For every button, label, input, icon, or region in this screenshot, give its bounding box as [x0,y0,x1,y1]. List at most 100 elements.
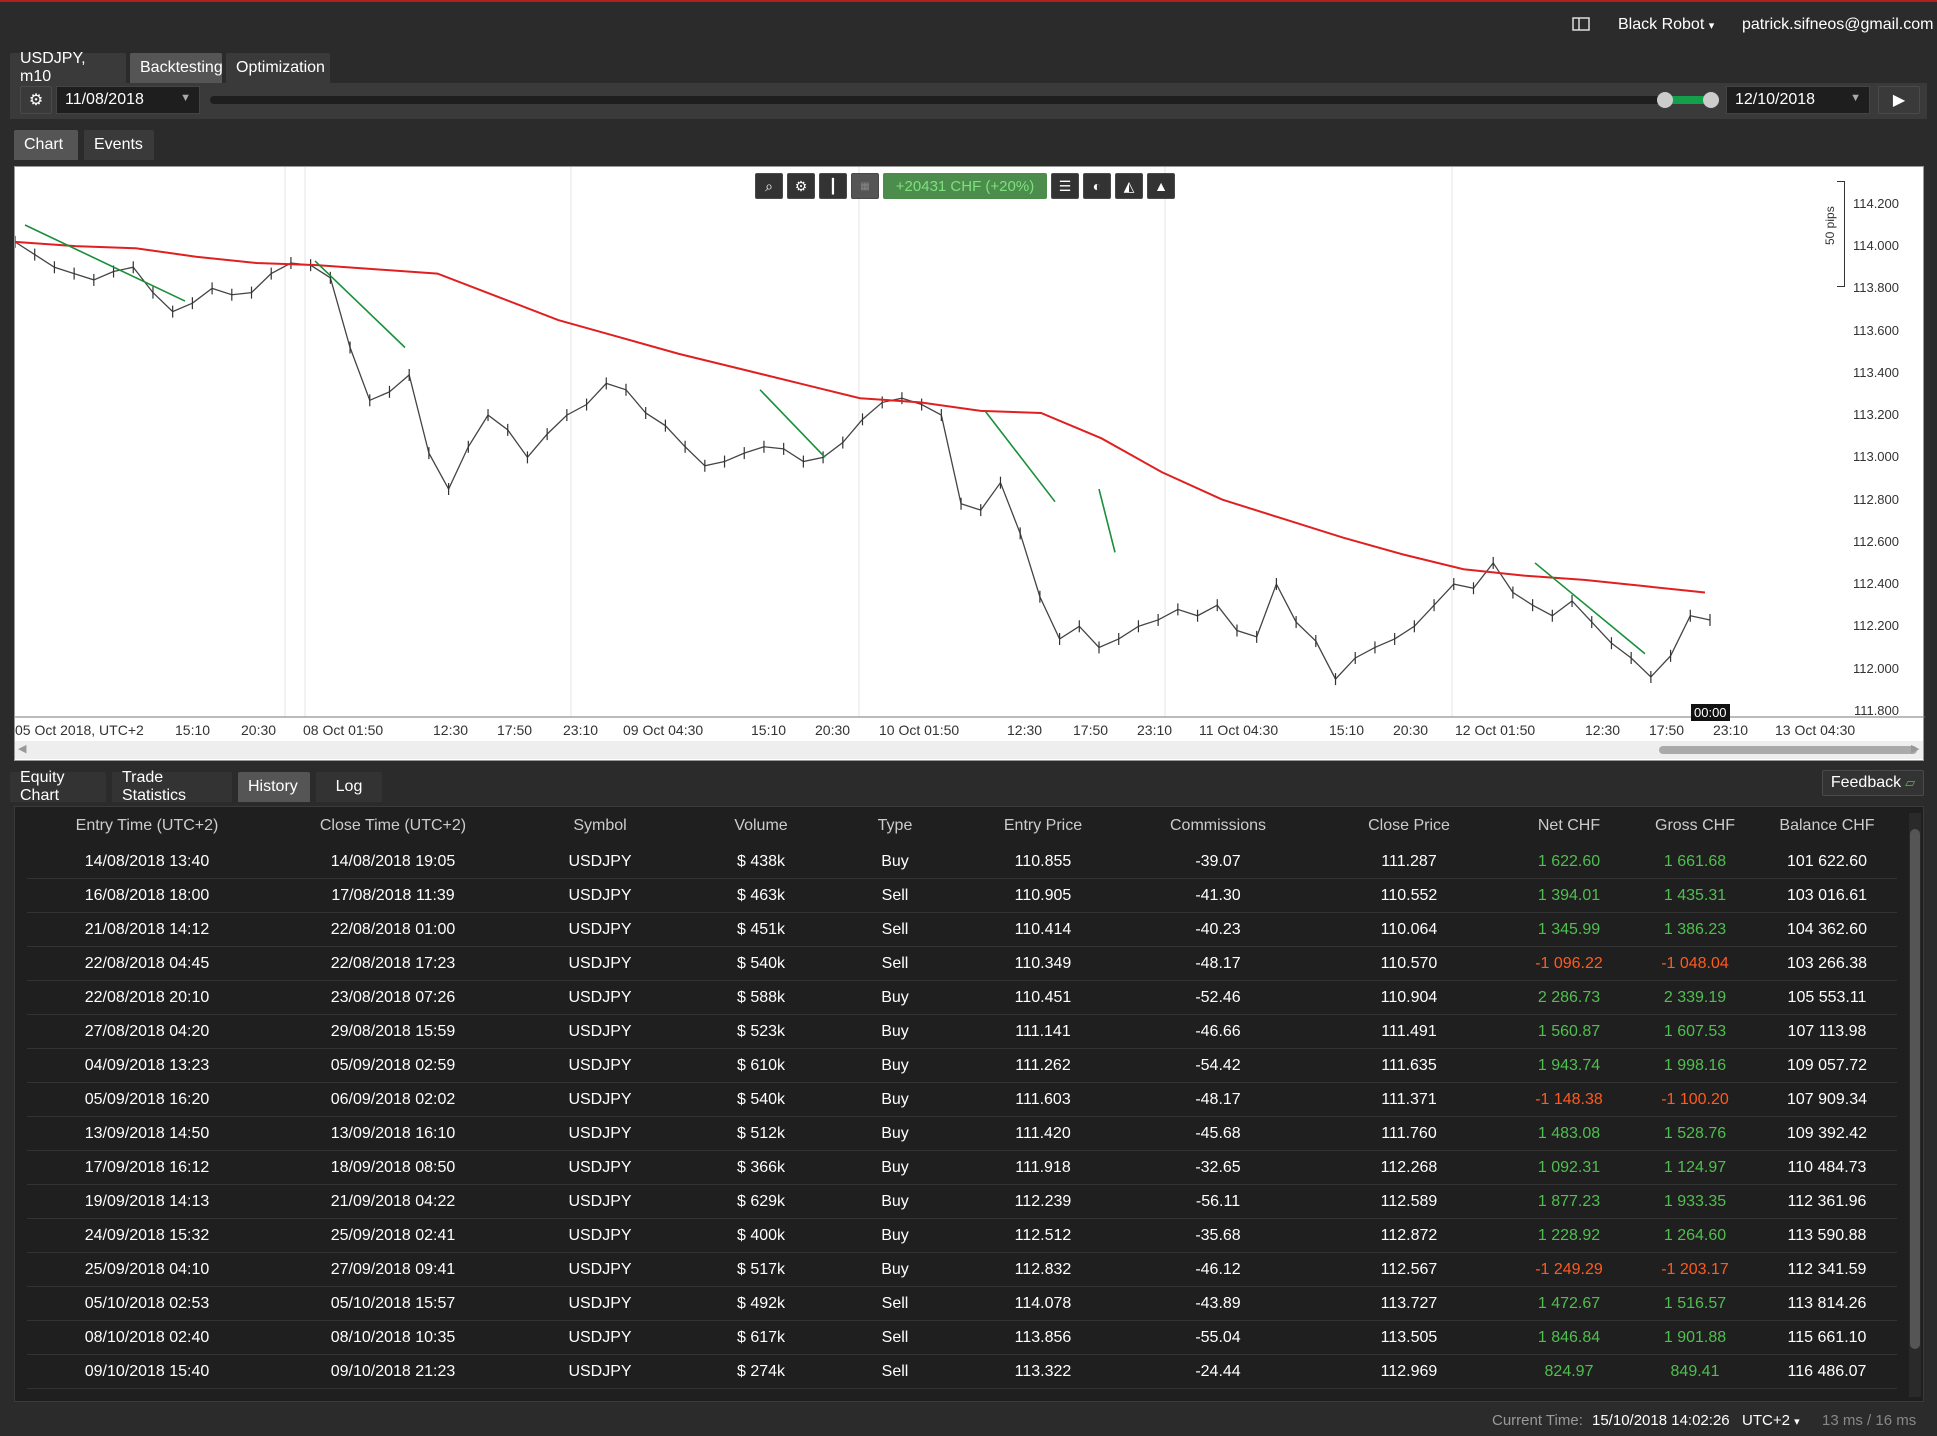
table-cell: Buy [881,1091,909,1108]
table-row[interactable]: 05/09/2018 16:20 06/09/2018 02:02 USDJPY $ … [27,1083,1897,1117]
table-cell: 1 264.60 [1663,1227,1727,1244]
feedback-button[interactable]: Feedback ▱ [1822,770,1924,796]
table-cell: 1 435.31 [1663,887,1727,904]
table-cell: 110.570 [1380,955,1438,972]
trade-line [314,260,406,349]
user-email[interactable]: patrick.sifneos@gmail.com [1742,16,1933,34]
chart-scrollbar[interactable] [15,741,1923,759]
column-header[interactable]: Balance CHF [1757,817,1897,835]
table-row[interactable]: 27/08/2018 04:20 29/08/2018 15:59 USDJPY $ … [27,1015,1897,1049]
timeframe-icon[interactable]: ▦ [851,173,879,199]
start-date-picker[interactable]: 11/08/2018 ▼ [56,86,200,114]
table-cell: USDJPY [568,1295,632,1312]
table-cell: 101 622.60 [1786,853,1868,870]
table-cell: USDJPY [568,1193,632,1210]
table-row[interactable]: 14/08/2018 13:40 14/08/2018 19:05 USDJPY $ … [27,845,1897,879]
table-row[interactable]: 08/10/2018 02:40 08/10/2018 10:35 USDJPY $ … [27,1321,1897,1355]
column-header[interactable]: Gross CHF [1635,817,1755,835]
table-cell: Buy [881,1023,909,1040]
tab-equity-chart[interactable]: Equity Chart [10,769,106,804]
table-cell: 17/09/2018 16:12 [84,1159,210,1176]
column-header[interactable]: Close Price [1319,817,1499,835]
panel-icon[interactable] [1572,16,1590,37]
table-cell: 1 560.87 [1537,1023,1601,1040]
table-row[interactable]: 24/09/2018 15:32 25/09/2018 02:41 USDJPY $ … [27,1219,1897,1253]
timezone-select[interactable]: UTC+2 ▾ [1742,1412,1800,1429]
table-cell: 113.505 [1380,1329,1438,1346]
top-bar: Black Robot ▾ patrick.sifneos@gmail.com [0,0,1937,50]
table-row[interactable]: 17/09/2018 16:12 18/09/2018 08:50 USDJPY $ … [27,1151,1897,1185]
column-header[interactable]: Commissions [1123,817,1313,835]
column-header[interactable]: Type [835,817,955,835]
table-cell: USDJPY [568,1227,632,1244]
table-cell: -35.68 [1195,1227,1241,1244]
objects-icon[interactable]: ◐ [1083,173,1111,199]
table-cell: $ 610k [736,1057,786,1074]
table-row[interactable]: 19/09/2018 14:13 21/09/2018 04:22 USDJPY $ … [27,1185,1897,1219]
column-header[interactable]: Entry Price [963,817,1123,835]
table-cell: -40.23 [1195,921,1241,938]
candles-icon[interactable]: ┃ [819,173,847,199]
template-icon[interactable]: ▲ [1147,173,1175,199]
table-cell: $ 588k [736,989,786,1006]
tab-trade-statistics[interactable]: Trade Statistics [112,769,232,804]
settings-gear-icon[interactable]: ⚙ [20,86,52,114]
account-menu[interactable]: Black Robot ▾ [1618,16,1714,34]
tab-symbol[interactable]: USDJPY, m10 [10,50,126,85]
tab-chart[interactable]: Chart [14,130,78,160]
x-tick-label: 10 Oct 01:50 [879,722,960,738]
table-cell: USDJPY [568,1125,632,1142]
table-cell: Buy [881,989,909,1006]
scroll-right-icon[interactable]: ▶ [1911,742,1919,755]
chart-scrollbar-thumb[interactable] [1659,746,1917,754]
trade-line [1534,562,1646,655]
column-header[interactable]: Entry Time (UTC+2) [27,817,267,835]
chart-settings-icon[interactable]: ⚙ [787,173,815,199]
table-cell: 1 124.97 [1663,1159,1727,1176]
table-cell: 09/10/2018 15:40 [84,1363,210,1380]
checklist-icon[interactable]: ☰ [1051,173,1079,199]
tab-optimization[interactable]: Optimization [226,53,330,83]
table-row[interactable]: 09/10/2018 15:40 09/10/2018 21:23 USDJPY $ … [27,1355,1897,1389]
table-row[interactable]: 13/09/2018 14:50 13/09/2018 16:10 USDJPY $ … [27,1117,1897,1151]
table-cell: -1 048.04 [1661,955,1729,972]
drawing-icon[interactable]: ◭ [1115,173,1143,199]
table-cell: 2 286.73 [1537,989,1601,1006]
table-cell: 29/08/2018 15:59 [330,1023,456,1040]
table-row[interactable]: 16/08/2018 18:00 17/08/2018 11:39 USDJPY $ … [27,879,1897,913]
backtest-result-badge: +20431 CHF (+20%) [883,173,1047,199]
table-row[interactable]: 22/08/2018 04:45 22/08/2018 17:23 USDJPY $ … [27,947,1897,981]
date-range-track[interactable] [210,96,1712,104]
range-start-handle[interactable] [1657,92,1673,108]
column-header[interactable]: Volume [691,817,831,835]
table-cell: 05/09/2018 16:20 [84,1091,210,1108]
table-cell: -1 148.38 [1535,1091,1603,1108]
table-row[interactable]: 21/08/2018 14:12 22/08/2018 01:00 USDJPY $ … [27,913,1897,947]
chat-icon: ▱ [1905,775,1916,790]
price-chart[interactable]: ⌕ ⚙ ┃ ▦ +20431 CHF (+20%) ☰ ◐ ◭ ▲ 50 pip… [14,166,1925,761]
table-cell: 13/09/2018 16:10 [330,1125,456,1142]
tab-log[interactable]: Log [316,772,382,802]
table-row[interactable]: 22/08/2018 20:10 23/08/2018 07:26 USDJPY $ … [27,981,1897,1015]
tab-backtesting[interactable]: Backtesting [130,53,223,83]
chart-toolbar: ⌕ ⚙ ┃ ▦ +20431 CHF (+20%) ☰ ◐ ◭ ▲ [755,173,1175,199]
y-tick-label: 112.400 [1852,576,1899,592]
table-cell: $ 540k [736,1091,786,1108]
table-cell: $ 274k [736,1363,786,1380]
zoom-icon[interactable]: ⌕ [755,173,783,199]
table-row[interactable]: 05/10/2018 02:53 05/10/2018 15:57 USDJPY $ … [27,1287,1897,1321]
table-row[interactable]: 04/09/2018 13:23 05/09/2018 02:59 USDJPY $ … [27,1049,1897,1083]
end-date-picker[interactable]: 12/10/2018 ▼ [1726,86,1870,114]
column-header[interactable]: Symbol [515,817,685,835]
scroll-left-icon[interactable]: ◀ [18,742,26,755]
column-header[interactable]: Close Time (UTC+2) [273,817,513,835]
pips-scale [1837,181,1845,287]
tab-history[interactable]: History [238,772,310,802]
range-end-handle[interactable] [1703,92,1719,108]
play-button[interactable]: ▶ [1878,86,1920,114]
table-scrollbar-thumb[interactable] [1910,829,1920,1349]
table-cell: -1 203.17 [1661,1261,1729,1278]
column-header[interactable]: Net CHF [1505,817,1633,835]
tab-events[interactable]: Events [84,130,154,160]
table-row[interactable]: 25/09/2018 04:10 27/09/2018 09:41 USDJPY $ … [27,1253,1897,1287]
